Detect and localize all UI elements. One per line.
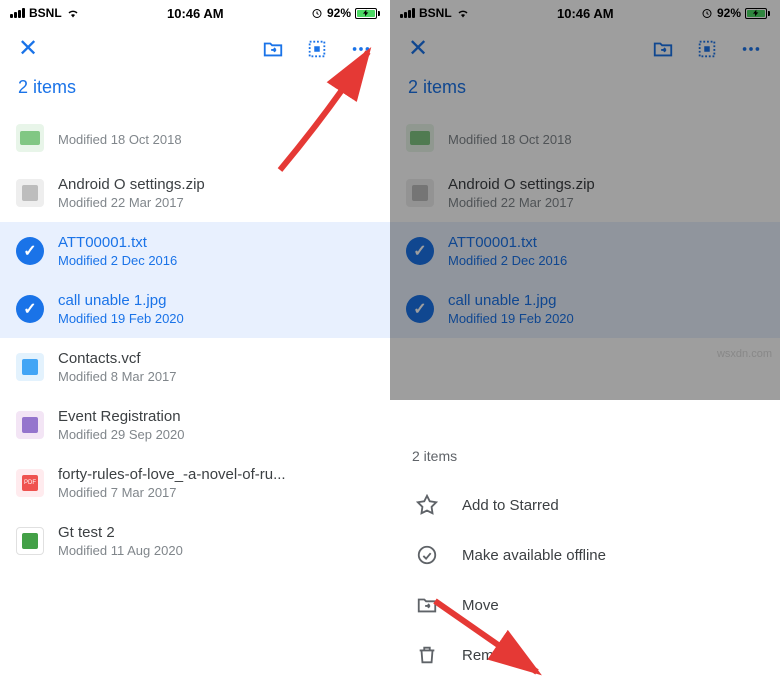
check-icon: ✓ <box>16 237 44 265</box>
file-name: ATT00001.txt <box>448 234 567 251</box>
file-meta: Modified 22 Mar 2017 <box>58 195 205 210</box>
file-meta: Modified 7 Mar 2017 <box>58 485 286 500</box>
check-icon: ✓ <box>16 295 44 323</box>
selection-count-title: 2 items <box>0 71 390 112</box>
file-list: Modified 18 Oct 2018 Android O settings.… <box>390 112 780 338</box>
folder-icon <box>406 124 434 152</box>
star-icon <box>416 494 438 516</box>
clock-label: 10:46 AM <box>167 6 224 21</box>
battery-icon <box>745 8 770 19</box>
select-all-icon[interactable] <box>306 38 328 60</box>
form-icon <box>16 411 44 439</box>
signal-icon <box>400 8 415 18</box>
close-button[interactable]: ✕ <box>408 34 428 63</box>
battery-pct-label: 92% <box>327 6 351 20</box>
toolbar: ✕ <box>0 22 390 71</box>
file-name: Android O settings.zip <box>448 176 595 193</box>
file-name: ATT00001.txt <box>58 234 177 251</box>
file-row[interactable]: PDF forty-rules-of-love_-a-novel-of-ru..… <box>0 454 390 512</box>
wifi-icon <box>66 7 80 19</box>
file-meta: Modified 2 Dec 2016 <box>58 253 177 268</box>
file-meta: Modified 8 Mar 2017 <box>58 369 177 384</box>
pdf-icon: PDF <box>16 469 44 497</box>
file-name: Event Registration <box>58 408 184 425</box>
signal-icon <box>10 8 25 18</box>
file-row[interactable]: Android O settings.zip Modified 22 Mar 20… <box>0 164 390 222</box>
status-bar: BSNL 10:46 AM 92% <box>390 0 780 22</box>
offline-icon <box>416 544 438 566</box>
alarm-icon <box>311 7 323 19</box>
select-all-icon[interactable] <box>696 38 718 60</box>
sheet-title: 2 items <box>390 448 780 480</box>
check-icon: ✓ <box>406 237 434 265</box>
file-meta: Modified 29 Sep 2020 <box>58 427 184 442</box>
close-button[interactable]: ✕ <box>18 34 38 63</box>
action-sheet: 2 items Add to Starred Make available of… <box>390 428 780 690</box>
sheet-item-move[interactable]: Move <box>390 580 780 630</box>
toolbar: ✕ <box>390 22 780 71</box>
battery-pct-label: 92% <box>717 6 741 20</box>
file-meta: Modified 2 Dec 2016 <box>448 253 567 268</box>
file-name: Contacts.vcf <box>58 350 177 367</box>
file-row-selected[interactable]: ✓ ATT00001.txt Modified 2 Dec 2016 <box>0 222 390 280</box>
file-name: call unable 1.jpg <box>58 292 184 309</box>
file-meta: Modified 19 Feb 2020 <box>58 311 184 326</box>
right-screenshot: BSNL 10:46 AM 92% ✕ 2 items Modified 18 … <box>390 0 780 690</box>
alarm-icon <box>701 7 713 19</box>
sheet-item-offline[interactable]: Make available offline <box>390 530 780 580</box>
file-meta: Modified 18 Oct 2018 <box>448 132 572 147</box>
folder-icon <box>16 124 44 152</box>
file-name: Android O settings.zip <box>58 176 205 193</box>
carrier-label: BSNL <box>419 6 452 20</box>
zip-icon <box>16 179 44 207</box>
zip-icon <box>406 179 434 207</box>
file-row-selected[interactable]: ✓ call unable 1.jpg Modified 19 Feb 2020 <box>390 280 780 338</box>
file-name: forty-rules-of-love_-a-novel-of-ru... <box>58 466 286 483</box>
selection-count-title: 2 items <box>390 71 780 112</box>
sheet-item-label: Add to Starred <box>462 497 559 514</box>
trash-icon <box>416 644 438 666</box>
file-row[interactable]: Gt test 2 Modified 11 Aug 2020 <box>0 512 390 570</box>
wifi-icon <box>456 7 470 19</box>
move-folder-icon[interactable] <box>652 38 674 60</box>
more-icon[interactable] <box>740 38 762 60</box>
file-row-selected[interactable]: ✓ ATT00001.txt Modified 2 Dec 2016 <box>390 222 780 280</box>
file-row[interactable]: Event Registration Modified 29 Sep 2020 <box>0 396 390 454</box>
file-meta: Modified 11 Aug 2020 <box>58 543 183 558</box>
sheet-item-remove[interactable]: Remove <box>390 630 780 680</box>
status-bar: BSNL 10:46 AM 92% <box>0 0 390 22</box>
sheet-item-label: Remove <box>462 647 518 664</box>
file-row[interactable]: Contacts.vcf Modified 8 Mar 2017 <box>0 338 390 396</box>
file-meta: Modified 19 Feb 2020 <box>448 311 574 326</box>
file-name: call unable 1.jpg <box>448 292 574 309</box>
clock-label: 10:46 AM <box>557 6 614 21</box>
file-row[interactable]: Modified 18 Oct 2018 <box>0 112 390 164</box>
move-folder-icon[interactable] <box>262 38 284 60</box>
file-meta: Modified 22 Mar 2017 <box>448 195 595 210</box>
more-icon[interactable] <box>350 38 372 60</box>
battery-icon <box>355 8 380 19</box>
file-meta: Modified 18 Oct 2018 <box>58 132 182 147</box>
left-screenshot: BSNL 10:46 AM 92% ✕ 2 items Modified 18 … <box>0 0 390 690</box>
vcf-icon <box>16 353 44 381</box>
sheet-item-label: Move <box>462 597 499 614</box>
check-icon: ✓ <box>406 295 434 323</box>
carrier-label: BSNL <box>29 6 62 20</box>
file-row-selected[interactable]: ✓ call unable 1.jpg Modified 19 Feb 2020 <box>0 280 390 338</box>
sheet-item-starred[interactable]: Add to Starred <box>390 480 780 530</box>
watermark: wsxdn.com <box>717 348 772 360</box>
move-icon <box>416 594 438 616</box>
file-row[interactable]: Android O settings.zip Modified 22 Mar 20… <box>390 164 780 222</box>
sheet-icon <box>16 527 44 555</box>
file-row[interactable]: Modified 18 Oct 2018 <box>390 112 780 164</box>
file-list: Modified 18 Oct 2018 Android O settings.… <box>0 112 390 570</box>
sheet-item-label: Make available offline <box>462 547 606 564</box>
file-name: Gt test 2 <box>58 524 183 541</box>
